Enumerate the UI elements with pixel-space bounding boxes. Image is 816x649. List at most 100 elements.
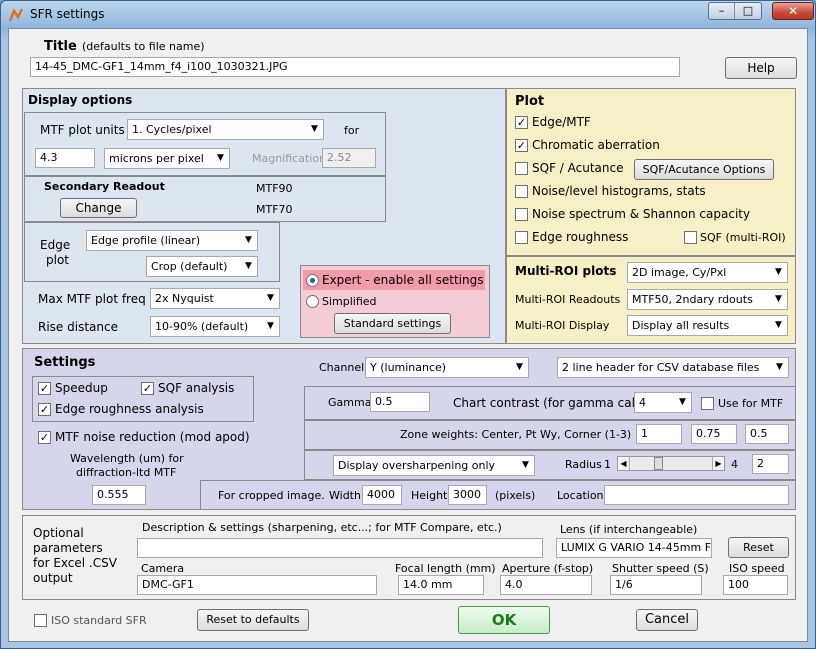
description-input[interactable] [137,538,543,558]
noise-reduction-label: MTF noise reduction (mod apod) [55,430,250,444]
max-freq-select[interactable]: 2x Nyquist ▼ [150,288,280,309]
magnification-label: Magnification [252,152,327,165]
plot-header: Plot [515,94,545,109]
mtf-units-select[interactable]: 1. Cycles/pixel ▼ [127,119,324,140]
crop-select[interactable]: Crop (default) ▼ [146,256,258,277]
radius-min-label: 1 [604,458,611,471]
speedup-label: Speedup [55,381,108,395]
close-button[interactable]: ✕ [772,2,814,20]
shutter-input[interactable]: 1/6 [610,575,702,595]
lens-reset-button[interactable]: Reset [728,537,789,558]
sqf-checkbox[interactable] [515,162,528,175]
noise-reduction-checkbox[interactable]: ✓ [38,431,51,444]
height-input[interactable]: 3000 [448,485,487,505]
multi-roi-readouts-value: MTF50, 2ndary rdouts [632,293,753,306]
oversharpening-select[interactable]: Display oversharpening only ▼ [333,455,535,476]
width-input[interactable]: 4000 [362,485,402,505]
chromatic-checkbox[interactable]: ✓ [515,139,528,152]
multi-roi-plots-select[interactable]: 2D image, Cy/Pxl ▼ [627,262,788,283]
zone-pt-wy-input[interactable]: 0.75 [691,424,737,444]
slider-right-arrow-icon[interactable]: ▶ [712,457,724,470]
multi-roi-display-select[interactable]: Display all results ▼ [627,315,788,336]
iso-sfr-checkbox[interactable] [34,614,47,627]
aperture-label: Aperture (f-stop) [502,562,594,575]
sqf-multi-roi-checkbox[interactable] [684,231,697,244]
change-button[interactable]: Change [60,198,137,218]
magnification-input: 2.52 [322,148,376,168]
iso-sfr-label: ISO standard SFR [51,614,147,627]
edge-roughness-label: Edge roughness [532,230,629,244]
use-for-mtf-checkbox[interactable] [701,397,714,410]
title-hint: (defaults to file name) [82,40,205,53]
location-input[interactable] [604,485,789,505]
simplified-label: Simplified [322,295,377,308]
sqf-analysis-label: SQF analysis [158,381,235,395]
rise-distance-label: Rise distance [38,320,118,334]
chevron-down-icon: ▼ [770,290,787,309]
edge-profile-select[interactable]: Edge profile (linear) ▼ [86,230,258,251]
rise-distance-value: 10-90% (default) [155,320,249,333]
window-title: SFR settings [30,7,105,21]
gamma-input[interactable]: 0.5 [370,392,430,412]
slider-left-arrow-icon[interactable]: ◀ [618,457,630,470]
edge-plot-label-2: plot [46,253,69,267]
pixel-unit-select[interactable]: microns per pixel ▼ [104,148,230,169]
maximize-button[interactable]: □ [735,3,761,19]
chevron-down-icon: ▼ [212,149,229,168]
oversharpening-value: Display oversharpening only [338,459,496,472]
edge-roughness-checkbox[interactable] [515,231,528,244]
help-button[interactable]: Help [725,57,797,79]
noise-hist-label: Noise/level histograms, stats [532,184,706,198]
zone-corner-input[interactable]: 0.5 [745,424,789,444]
iso-speed-label: ISO speed [729,562,785,575]
expert-radio[interactable] [306,274,319,287]
cropped-label: For cropped image. [218,489,325,502]
edge-profile-value: Edge profile (linear) [91,234,201,247]
simplified-radio[interactable] [306,295,319,308]
display-options-header: Display options [28,93,133,107]
camera-input[interactable]: DMC-GF1 [137,575,377,595]
edge-mtf-checkbox[interactable]: ✓ [515,116,528,129]
edge-roughness-analysis-label: Edge roughness analysis [55,402,204,416]
pixel-size-input[interactable]: 4.3 [35,148,95,168]
csv-header-select[interactable]: 2 line header for CSV database files ▼ [557,357,789,378]
noise-hist-checkbox[interactable] [515,185,528,198]
noise-spectrum-checkbox[interactable] [515,208,528,221]
app-icon [8,8,24,22]
title-label: Title [44,39,77,54]
sqf-analysis-checkbox[interactable]: ✓ [141,382,154,395]
chart-contrast-select[interactable]: 4 ▼ [634,392,692,413]
edge-plot-label-1: Edge [40,238,71,252]
speedup-checkbox[interactable]: ✓ [38,382,51,395]
wavelength-input[interactable]: 0.555 [92,485,146,505]
multi-roi-readouts-select[interactable]: MTF50, 2ndary rdouts ▼ [627,289,788,310]
optional-label-1: Optional [33,526,84,540]
radius-label: Radius [565,458,602,471]
chevron-down-icon: ▼ [262,317,279,336]
standard-settings-button[interactable]: Standard settings [334,313,451,334]
lens-input[interactable]: LUMIX G VARIO 14-45mm F3.5-5.6 [556,538,712,558]
chevron-down-icon: ▼ [511,358,528,377]
pixels-label: (pixels) [495,489,536,502]
expert-label: Expert - enable all settings [322,273,484,287]
location-label: Location [557,489,604,502]
slider-thumb[interactable] [653,457,663,470]
cancel-button[interactable]: Cancel [636,609,698,631]
minimize-button[interactable]: – [709,3,735,19]
aperture-input[interactable]: 4.0 [500,575,592,595]
reset-defaults-button[interactable]: Reset to defaults [197,609,309,631]
iso-speed-input[interactable]: 100 [723,575,788,595]
chevron-down-icon: ▼ [771,358,788,377]
optional-label-4: output [33,571,73,585]
ok-button[interactable]: OK [458,606,550,634]
zone-center-input[interactable]: 1 [636,424,682,444]
edge-roughness-analysis-checkbox[interactable]: ✓ [38,403,51,416]
channel-select[interactable]: Y (luminance) ▼ [365,357,529,378]
focal-length-input[interactable]: 14.0 mm [398,575,484,595]
title-input[interactable]: 14-45_DMC-GF1_14mm_f4_i100_1030321.JPG [30,57,680,77]
rise-distance-select[interactable]: 10-90% (default) ▼ [150,316,280,337]
radius-input[interactable]: 2 [752,454,789,474]
chromatic-label: Chromatic aberration [532,138,660,152]
radius-slider[interactable]: ◀ ▶ [617,456,725,471]
sqf-options-button[interactable]: SQF/Acutance Options [634,159,774,180]
